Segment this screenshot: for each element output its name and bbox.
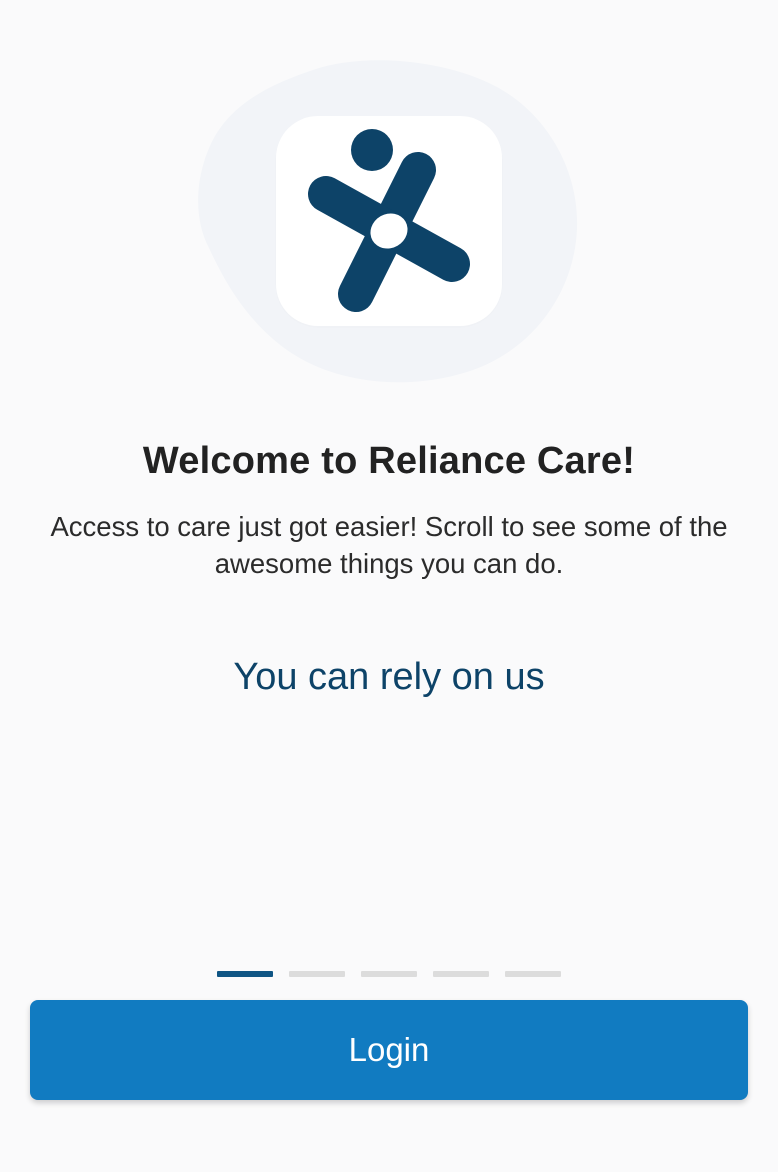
- page-indicator-dot-3[interactable]: [361, 971, 417, 977]
- page-indicator-dot-1[interactable]: [217, 971, 273, 977]
- onboarding-screen: Welcome to Reliance Care! Access to care…: [0, 0, 778, 1172]
- welcome-title: Welcome to Reliance Care!: [142, 440, 636, 482]
- page-indicator: [217, 971, 561, 977]
- reliance-care-logo-icon: [308, 129, 470, 312]
- page-indicator-dot-4[interactable]: [433, 971, 489, 977]
- login-button[interactable]: Login: [30, 1000, 748, 1100]
- page-indicator-dot-2[interactable]: [289, 971, 345, 977]
- welcome-subtitle: Access to care just got easier! Scroll t…: [50, 511, 728, 579]
- slide-heading: You can rely on us: [233, 656, 545, 698]
- page-indicator-dot-5[interactable]: [505, 971, 561, 977]
